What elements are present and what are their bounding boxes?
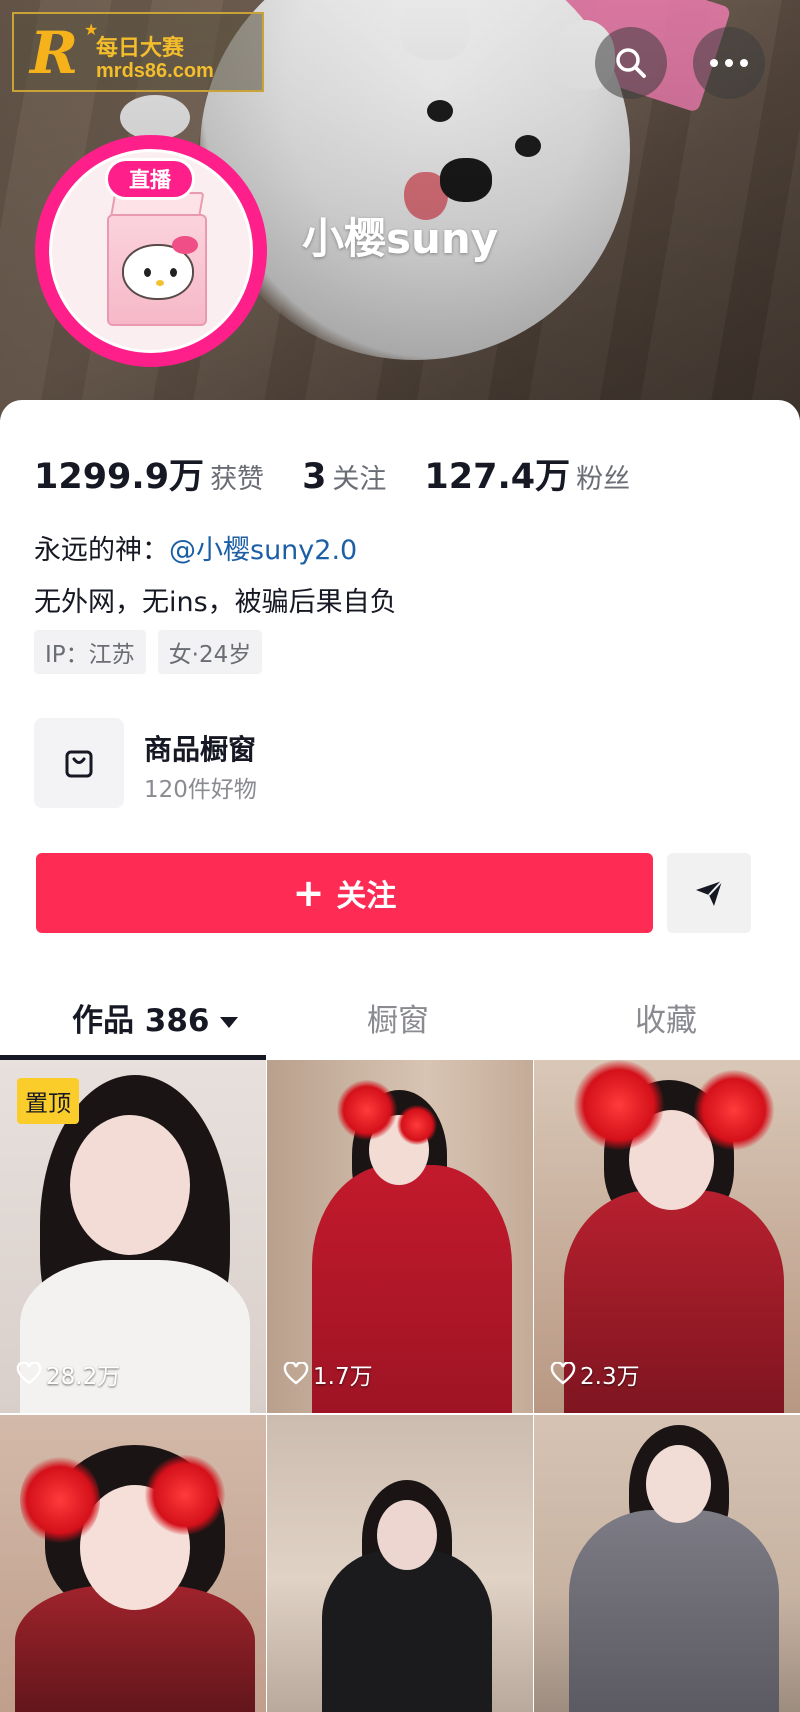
tab-works[interactable]: 作品 386 xyxy=(72,995,238,1040)
avatar-kitty-bow xyxy=(172,236,198,254)
video-thumbnail[interactable] xyxy=(267,1415,533,1712)
shop-icon-box xyxy=(34,718,124,808)
tab-window[interactable]: 橱窗 xyxy=(367,995,429,1040)
search-icon xyxy=(616,48,646,78)
thumbnail-outfit xyxy=(322,1550,492,1712)
stats-row: 1299.9万 获赞 3 关注 127.4万 粉丝 xyxy=(34,448,668,499)
tab-works-label: 作品 386 xyxy=(72,1003,210,1039)
more-icon xyxy=(710,59,748,67)
shop-window-entry[interactable]: 商品橱窗 120件好物 xyxy=(34,718,734,810)
like-count: 2.3万 xyxy=(550,1357,640,1391)
follow-button[interactable]: + 关注 xyxy=(36,853,653,933)
video-grid: 置顶 28.2万 1.7万 2.3万 xyxy=(0,1060,800,1712)
like-count-value: 2.3万 xyxy=(580,1364,640,1390)
more-button[interactable] xyxy=(693,27,765,99)
thumbnail-face xyxy=(646,1445,711,1523)
share-button[interactable] xyxy=(667,853,751,933)
thumbnail-flower xyxy=(574,1060,664,1150)
caret-down-icon xyxy=(219,1017,238,1028)
avatar-kitty-eye-left xyxy=(144,268,151,277)
live-badge[interactable]: 直播 xyxy=(105,158,195,200)
profile-banner: R ★ 每日大赛 mrds86.com 直播 小樱suny xyxy=(0,0,800,420)
stat-followers-label: 粉丝 xyxy=(576,464,631,495)
heart-icon xyxy=(550,1362,576,1385)
send-icon xyxy=(696,880,723,906)
follow-label: 关注 xyxy=(336,879,397,914)
username: 小樱suny xyxy=(302,214,499,263)
heart-icon xyxy=(16,1362,42,1385)
like-count: 28.2万 xyxy=(16,1357,120,1391)
watermark: R ★ 每日大赛 mrds86.com xyxy=(12,12,264,92)
bio-line-1: 永远的神：@小樱suny2.0 xyxy=(34,528,357,567)
avatar-kitty-eye-right xyxy=(170,268,177,277)
stat-followers-value: 127.4万 xyxy=(424,457,571,497)
bio-line-2: 无外网，无ins，被骗后果自负 xyxy=(34,587,397,618)
profile-sheet: 1299.9万 获赞 3 关注 127.4万 粉丝 永远的神：@小樱suny2.… xyxy=(0,400,800,1060)
pinned-badge: 置顶 xyxy=(17,1078,79,1124)
like-count-value: 1.7万 xyxy=(313,1364,373,1390)
search-button[interactable] xyxy=(595,27,667,99)
shopping-bag-icon xyxy=(65,750,93,778)
thumbnail-flower xyxy=(337,1080,397,1140)
tag-gender-age: 女·24岁 xyxy=(157,630,263,674)
thumbnail-flower xyxy=(145,1455,225,1535)
stat-likes[interactable]: 1299.9万 获赞 xyxy=(34,448,264,499)
stat-followers[interactable]: 127.4万 粉丝 xyxy=(424,448,630,499)
thumbnail-face xyxy=(377,1500,437,1570)
stat-following-label: 关注 xyxy=(332,464,387,495)
bio-mention-link[interactable]: @小樱suny2.0 xyxy=(169,535,357,566)
video-thumbnail[interactable] xyxy=(534,1415,800,1712)
plus-icon: + xyxy=(292,871,325,915)
stat-following-value: 3 xyxy=(302,457,327,497)
profile-tabs: 作品 386 橱窗 收藏 xyxy=(0,975,800,1060)
thumbnail-flower xyxy=(20,1455,100,1545)
stat-likes-value: 1299.9万 xyxy=(34,457,205,497)
tab-favorites[interactable]: 收藏 xyxy=(635,995,697,1040)
video-thumbnail[interactable]: 置顶 28.2万 xyxy=(0,1060,266,1413)
watermark-logo: R xyxy=(30,19,79,87)
watermark-url: mrds86.com xyxy=(96,60,214,82)
watermark-title: 每日大赛 xyxy=(96,36,185,61)
thumbnail-flower xyxy=(397,1105,437,1145)
shop-title: 商品橱窗 xyxy=(144,733,257,766)
stat-following[interactable]: 3 关注 xyxy=(302,457,386,497)
stat-likes-label: 获赞 xyxy=(210,464,265,495)
thumbnail-flower xyxy=(694,1070,774,1150)
heart-icon xyxy=(283,1362,309,1385)
video-thumbnail[interactable]: 1.7万 xyxy=(267,1060,533,1413)
tag-ip-location: IP：江苏 xyxy=(34,630,146,674)
thumbnail-outfit xyxy=(569,1510,779,1712)
video-thumbnail[interactable] xyxy=(0,1415,266,1712)
thumbnail-face xyxy=(70,1115,190,1255)
like-count-value: 28.2万 xyxy=(46,1364,121,1390)
shop-subtitle: 120件好物 xyxy=(144,777,257,803)
profile-tags: IP：江苏 女·24岁 xyxy=(34,630,263,674)
video-thumbnail[interactable]: 2.3万 xyxy=(534,1060,800,1413)
like-count: 1.7万 xyxy=(283,1357,373,1391)
avatar-kitty-nose xyxy=(156,280,164,286)
bio-prefix: 永远的神： xyxy=(34,535,169,566)
